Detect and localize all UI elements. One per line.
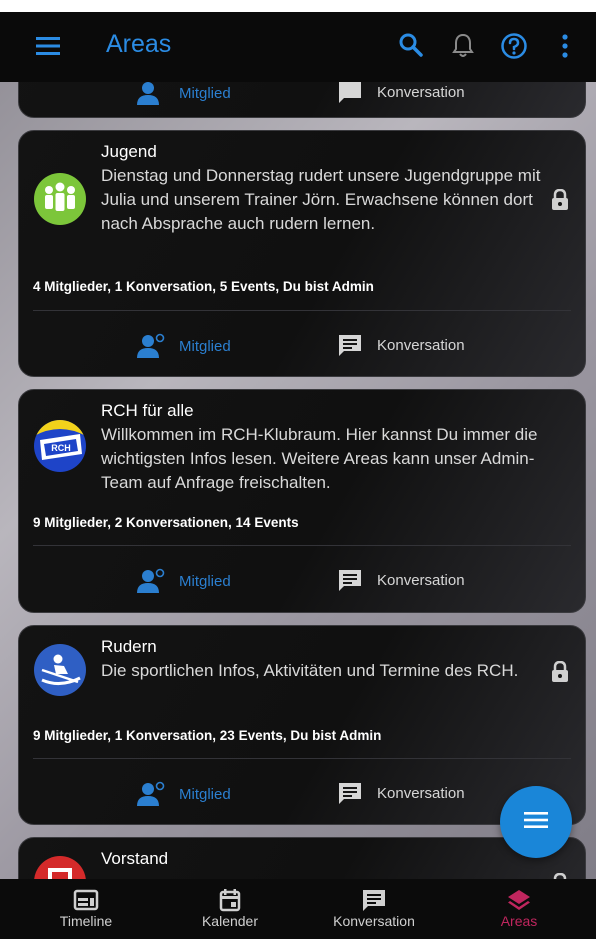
member-button[interactable]: Mitglied <box>137 82 231 106</box>
nav-label: Kalender <box>201 913 259 929</box>
area-description: Dienstag und Donnerstag rudert unsere Ju… <box>101 166 541 233</box>
menu-fab-button[interactable] <box>500 786 572 858</box>
page-title: Areas <box>106 30 172 58</box>
lock-icon <box>551 660 569 683</box>
area-avatar <box>34 856 86 879</box>
nav-konversation[interactable]: Konversation <box>314 887 434 929</box>
conversation-button[interactable]: Konversation <box>337 333 465 357</box>
app-bar: Areas <box>0 12 596 82</box>
member-label: Mitglied <box>179 572 231 590</box>
area-title: Rudern <box>101 637 157 656</box>
bell-icon[interactable] <box>452 32 474 63</box>
status-bar <box>0 0 596 12</box>
area-description: Willkommen im RCH-Klubraum. Hier kannst … <box>101 425 538 492</box>
area-avatar: RCH <box>34 420 86 472</box>
chat-icon <box>337 568 363 592</box>
area-stats: 4 Mitglieder, 1 Konversation, 5 Events, … <box>33 279 374 294</box>
nav-areas[interactable]: Areas <box>459 887 579 929</box>
area-avatar <box>34 644 86 696</box>
conversation-button[interactable]: Konversation <box>337 781 465 805</box>
member-label: Mitglied <box>179 337 231 355</box>
conversation-button[interactable]: Konversation <box>337 82 465 104</box>
member-label: Mitglied <box>179 785 231 803</box>
area-card-vorstand[interactable]: Vorstand <box>18 837 586 879</box>
nav-label: Areas <box>500 913 538 929</box>
help-icon[interactable] <box>500 32 528 65</box>
nav-label: Konversation <box>333 913 415 929</box>
area-card-previous[interactable]: Mitglied Konversation <box>18 82 586 118</box>
conversation-icon <box>314 887 434 913</box>
area-stats: 9 Mitglieder, 1 Konversation, 23 Events,… <box>33 728 382 743</box>
chat-icon <box>337 781 363 805</box>
svg-text:RCH: RCH <box>51 443 71 453</box>
area-card-jugend[interactable]: Jugend Dienstag und Donnerstag rudert un… <box>18 130 586 377</box>
conversation-label: Konversation <box>377 336 465 354</box>
member-button[interactable]: Mitglied <box>137 781 231 807</box>
person-settings-icon <box>137 333 165 359</box>
bottom-navigation: Timeline Kalender Konversation Areas <box>0 879 596 939</box>
list-icon <box>523 810 549 835</box>
member-button[interactable]: Mitglied <box>137 333 231 359</box>
lock-icon <box>551 188 569 211</box>
divider <box>33 545 571 546</box>
member-label: Mitglied <box>179 84 231 102</box>
calendar-icon <box>170 887 290 913</box>
nav-timeline[interactable]: Timeline <box>26 887 146 929</box>
nav-kalender[interactable]: Kalender <box>170 887 290 929</box>
chat-icon <box>337 82 363 104</box>
conversation-label: Konversation <box>377 784 465 802</box>
areas-icon <box>459 887 579 913</box>
area-stats: 9 Mitglieder, 2 Konversationen, 14 Event… <box>33 515 299 530</box>
divider <box>33 758 571 759</box>
area-list[interactable]: Mitglied Konversation Jugend Dienstag un… <box>0 82 596 879</box>
search-icon[interactable] <box>398 32 424 63</box>
area-card-rch-fuer-alle[interactable]: RCH RCH für alle Willkommen im RCH-Klubr… <box>18 389 586 613</box>
conversation-label: Konversation <box>377 83 465 101</box>
member-button[interactable]: Mitglied <box>137 568 231 594</box>
area-title: RCH für alle <box>101 401 194 420</box>
nav-label: Timeline <box>59 913 113 929</box>
more-vert-icon[interactable] <box>561 34 569 63</box>
conversation-button[interactable]: Konversation <box>337 568 465 592</box>
menu-icon[interactable] <box>36 36 60 61</box>
person-settings-icon <box>137 781 165 807</box>
person-settings-icon <box>137 568 165 594</box>
area-card-rudern[interactable]: Rudern Die sportlichen Infos, Aktivitäte… <box>18 625 586 825</box>
area-avatar <box>34 173 86 225</box>
timeline-icon <box>26 887 146 913</box>
divider <box>33 310 571 311</box>
person-settings-icon <box>137 82 165 106</box>
chat-icon <box>337 333 363 357</box>
area-description: Die sportlichen Infos, Aktivitäten und T… <box>101 661 519 680</box>
conversation-label: Konversation <box>377 571 465 589</box>
area-title: Vorstand <box>101 849 169 868</box>
area-title: Jugend <box>101 142 157 161</box>
